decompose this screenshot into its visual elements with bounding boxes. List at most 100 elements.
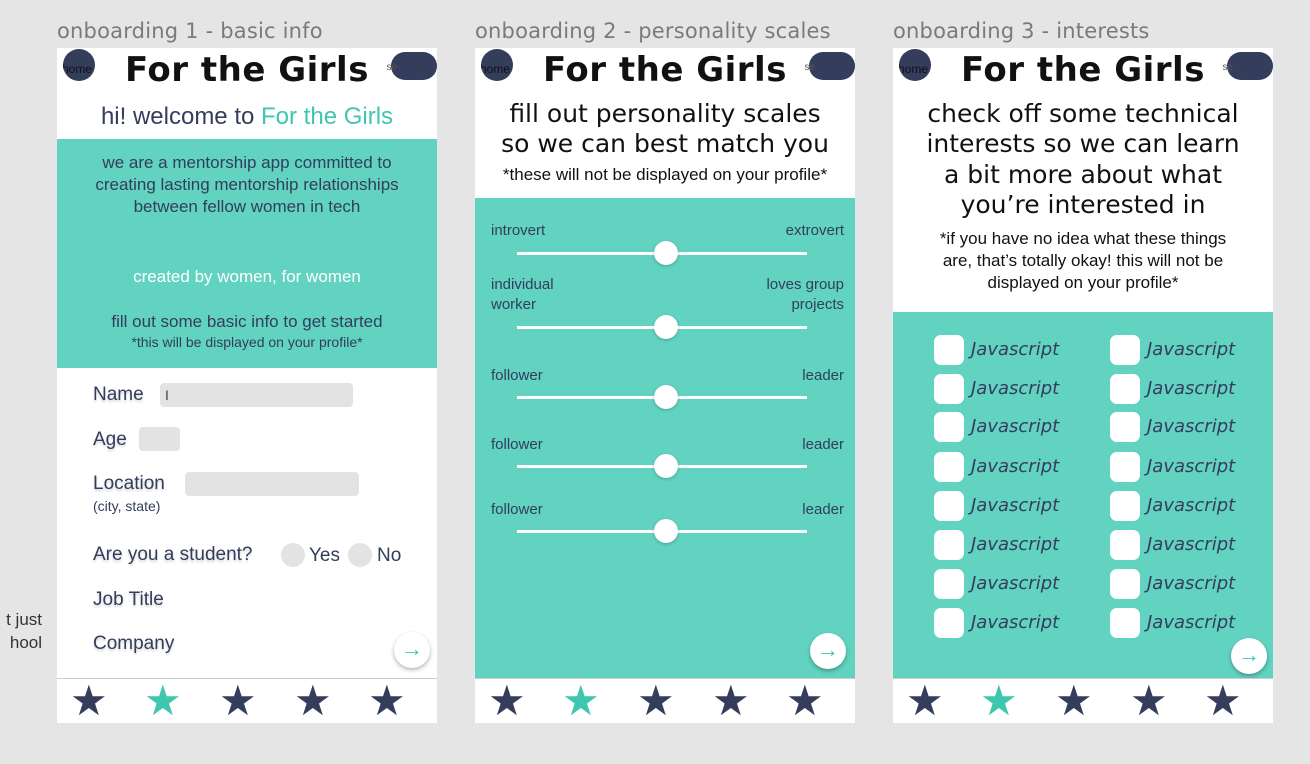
student-question: Are you a student? <box>93 544 253 565</box>
settings-label: se <box>804 62 815 73</box>
interest-checkbox[interactable] <box>934 335 964 365</box>
progress-star-icon[interactable]: ★ <box>1204 679 1242 723</box>
name-label: Name <box>93 384 144 405</box>
privacy-note: *these will not be displayed on your pro… <box>502 165 828 184</box>
interest-checkbox[interactable] <box>934 569 964 599</box>
interest-checkbox[interactable] <box>1110 491 1140 521</box>
interest-label: Javascript <box>971 339 1060 360</box>
age-input[interactable] <box>139 427 180 451</box>
note-line-1: *if you have no idea what these things <box>939 229 1227 248</box>
settings-label: se <box>386 62 397 73</box>
age-label: Age <box>93 429 127 450</box>
side-note-line-2: hool <box>9 633 42 652</box>
screen-heading-line-4: you’re interested in <box>960 190 1206 219</box>
scale-slider-handle[interactable] <box>654 519 678 543</box>
progress-star-icon[interactable]: ★ <box>368 679 406 723</box>
progress-star-icon[interactable]: ★ <box>786 679 824 723</box>
progress-star-icon-active[interactable]: ★ <box>562 679 600 723</box>
app-title: For the Girls <box>543 50 787 90</box>
settings-button[interactable] <box>809 52 855 80</box>
name-input[interactable]: I <box>160 383 353 407</box>
progress-star-icon[interactable]: ★ <box>637 679 675 723</box>
interest-checkbox[interactable] <box>1110 530 1140 560</box>
interest-checkbox[interactable] <box>1110 452 1140 482</box>
progress-star-icon[interactable]: ★ <box>1130 679 1168 723</box>
scale-right-label: loves group projects <box>766 276 844 313</box>
settings-button[interactable] <box>391 52 437 80</box>
location-label: Location <box>93 473 165 494</box>
student-no-radio[interactable] <box>348 543 372 567</box>
interest-checkbox[interactable] <box>1110 335 1140 365</box>
scale-slider-handle[interactable] <box>654 241 678 265</box>
interest-checkbox[interactable] <box>934 530 964 560</box>
interest-checkbox[interactable] <box>1110 608 1140 638</box>
scales-panel: introvert extrovert individual worker lo… <box>475 198 855 680</box>
location-input[interactable] <box>185 472 359 496</box>
screen-heading-line-1: fill out personality scales <box>509 99 821 128</box>
interest-checkbox[interactable] <box>1110 569 1140 599</box>
onboarding-basic-info-screen: home For the Girls se hi! welcome to For… <box>57 48 437 723</box>
interest-label: Javascript <box>1147 495 1236 516</box>
progress-star-icon[interactable]: ★ <box>712 679 750 723</box>
progress-star-icon-active[interactable]: ★ <box>980 679 1018 723</box>
settings-button[interactable] <box>1227 52 1273 80</box>
job-title-label: Job Title <box>93 589 164 610</box>
scale-right-label: leader <box>802 367 844 384</box>
scale-slider-handle[interactable] <box>654 385 678 409</box>
progress-star-icon[interactable]: ★ <box>294 679 332 723</box>
interest-label: Javascript <box>971 456 1060 477</box>
interest-label: Javascript <box>1147 378 1236 399</box>
scale-left-label: follower <box>491 436 543 453</box>
next-button[interactable]: → <box>394 632 430 668</box>
next-button[interactable]: → <box>810 633 846 669</box>
interest-label: Javascript <box>1147 456 1236 477</box>
scale-left-label: introvert <box>491 222 546 239</box>
progress-star-icon[interactable]: ★ <box>70 679 108 723</box>
scale-slider-handle[interactable] <box>654 454 678 478</box>
progress-star-icon[interactable]: ★ <box>488 679 526 723</box>
interest-checkbox[interactable] <box>1110 412 1140 442</box>
interest-label: Javascript <box>1147 416 1236 437</box>
interest-label: Javascript <box>1147 339 1236 360</box>
screen-heading-line-2: so we can best match you <box>501 129 829 158</box>
scale-slider-handle[interactable] <box>654 315 678 339</box>
interest-checkbox[interactable] <box>1110 374 1140 404</box>
progress-star-icon[interactable]: ★ <box>219 679 257 723</box>
student-yes-radio[interactable] <box>281 543 305 567</box>
interest-label: Javascript <box>971 378 1060 399</box>
interest-checkbox[interactable] <box>934 452 964 482</box>
progress-star-icon[interactable]: ★ <box>906 679 944 723</box>
scale-left-label: individual worker <box>491 276 554 313</box>
interest-checkbox[interactable] <box>934 374 964 404</box>
interests-panel: Javascript Javascript Javascript Javascr… <box>893 312 1273 680</box>
student-no-label: No <box>377 545 402 566</box>
arrow-right-icon: → <box>1238 642 1260 667</box>
cta-text: fill out some basic info to get started <box>111 312 383 331</box>
progress-star-icon-active[interactable]: ★ <box>144 679 182 723</box>
screen-heading-line-2: interests so we can learn <box>926 129 1240 158</box>
settings-label: se <box>1222 62 1233 73</box>
interest-checkbox[interactable] <box>934 608 964 638</box>
welcome-heading: hi! welcome to For the Girls <box>57 103 437 131</box>
next-button[interactable]: → <box>1231 638 1267 674</box>
side-note: t just hool <box>0 608 42 654</box>
scale-left-label: follower <box>491 501 543 518</box>
interest-label: Javascript <box>971 534 1060 555</box>
scale-right-label: leader <box>802 436 844 453</box>
intro-text: we are a mentorship app committed to cre… <box>95 153 399 216</box>
interest-label: Javascript <box>1147 534 1236 555</box>
progress-star-icon[interactable]: ★ <box>1055 679 1093 723</box>
scale-left-label: follower <box>491 367 543 384</box>
tagline: created by women, for women <box>133 267 361 286</box>
intro-panel: we are a mentorship app committed to cre… <box>57 139 437 368</box>
progress-stars: ★ ★ ★ ★ ★ <box>57 678 437 723</box>
scale-right-label: extrovert <box>785 222 844 239</box>
note-line-3: displayed on your profile* <box>987 273 1179 292</box>
app-header: home For the Girls se <box>893 48 1273 92</box>
interest-label: Javascript <box>1147 612 1236 633</box>
app-title: For the Girls <box>961 50 1205 90</box>
arrow-right-icon: → <box>817 637 839 662</box>
interest-checkbox[interactable] <box>934 412 964 442</box>
interest-checkbox[interactable] <box>934 491 964 521</box>
interest-label: Javascript <box>971 573 1060 594</box>
